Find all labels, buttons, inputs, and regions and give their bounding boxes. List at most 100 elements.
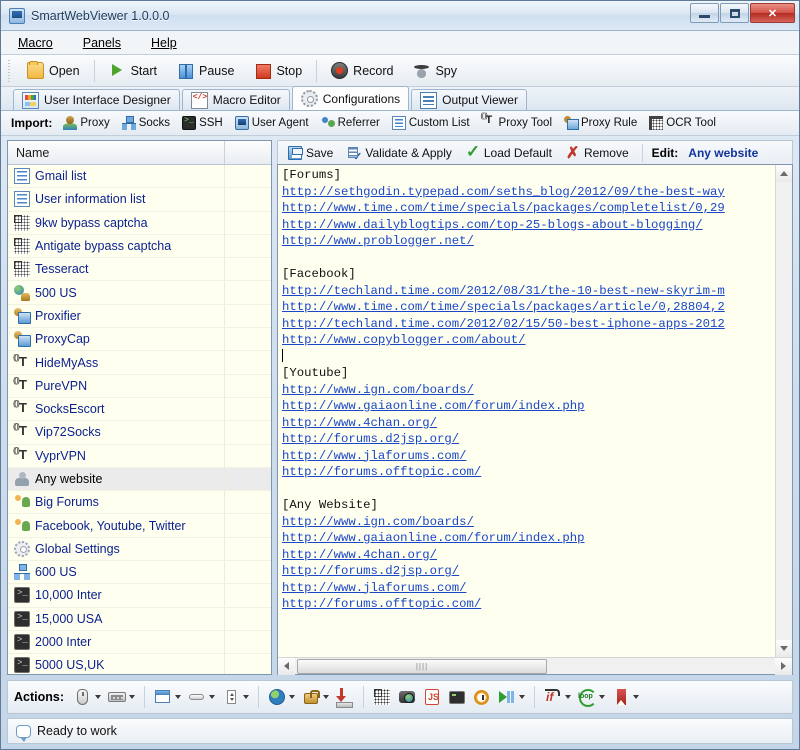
list-item[interactable]: PureVPN [8, 375, 271, 398]
editor-url-line[interactable]: http://www.ign.com/boards/ [282, 514, 775, 531]
list-item[interactable]: Gmail list [8, 165, 271, 188]
url-link[interactable]: http://www.gaiaonline.com/forum/index.ph… [282, 531, 585, 545]
bookmark-action-button[interactable] [609, 685, 642, 709]
editor-url-line[interactable]: http://www.gaiaonline.com/forum/index.ph… [282, 530, 775, 547]
url-link[interactable]: http://www.time.com/time/specials/packag… [282, 300, 725, 314]
chevron-down-icon[interactable] [633, 695, 639, 699]
list-item[interactable]: 600 US [8, 561, 271, 584]
chevron-down-icon[interactable] [209, 695, 215, 699]
console-action-button[interactable] [445, 685, 469, 709]
list-item[interactable]: 9kw bypass captcha [8, 212, 271, 235]
editor-url-line[interactable]: http://www.ign.com/boards/ [282, 382, 775, 399]
url-link[interactable]: http://www.gaiaonline.com/forum/index.ph… [282, 399, 585, 413]
pause-button[interactable]: Pause [168, 58, 243, 83]
editor-url-line[interactable]: http://www.4chan.org/ [282, 415, 775, 432]
record-button[interactable]: Record [322, 58, 402, 83]
tab-user-interface-designer[interactable]: User Interface Designer [13, 89, 180, 110]
list-item[interactable]: 10,000 Inter [8, 584, 271, 607]
url-link[interactable]: http://www.ign.com/boards/ [282, 383, 474, 397]
import-custom-list-button[interactable]: Custom List [387, 113, 475, 133]
editor-url-line[interactable]: http://www.problogger.net/ [282, 233, 775, 250]
maximize-button[interactable] [720, 3, 749, 23]
import-user-agent-button[interactable]: User Agent [230, 113, 314, 133]
url-link[interactable]: http://forums.offtopic.com/ [282, 465, 481, 479]
url-link[interactable]: http://forums.offtopic.com/ [282, 597, 481, 611]
menu-macro[interactable]: Macro [15, 34, 56, 52]
url-link[interactable]: http://forums.d2jsp.org/ [282, 432, 459, 446]
clock-action-button[interactable] [470, 685, 494, 709]
chevron-down-icon[interactable] [519, 695, 525, 699]
tab-output-viewer[interactable]: Output Viewer [411, 89, 527, 110]
import-ocr-tool-button[interactable]: OCR Tool [644, 113, 721, 133]
scroll-left-button[interactable] [278, 658, 295, 675]
editor-vertical-scrollbar[interactable] [775, 165, 792, 657]
editor-url-line[interactable]: http://www.jlaforums.com/ [282, 448, 775, 465]
keyboard-action-button[interactable] [105, 685, 138, 709]
load-default-button[interactable]: Load Default [460, 143, 558, 163]
control-action-button[interactable] [185, 685, 218, 709]
list-item[interactable]: 500 US [8, 281, 271, 304]
chevron-down-icon[interactable] [565, 695, 571, 699]
spinner-action-button[interactable] [219, 685, 252, 709]
import-proxy-tool-button[interactable]: Proxy Tool [477, 113, 557, 133]
camera-action-button[interactable] [395, 685, 419, 709]
list-item[interactable]: Vip72Socks [8, 421, 271, 444]
url-link[interactable]: http://sethgodin.typepad.com/seths_blog/… [282, 185, 725, 199]
list-item[interactable]: Facebook, Youtube, Twitter [8, 514, 271, 537]
mouse-action-button[interactable] [71, 685, 104, 709]
url-link[interactable]: http://techland.time.com/2012/08/31/the-… [282, 284, 725, 298]
menu-help[interactable]: Help [148, 34, 180, 52]
list-item[interactable]: User information list [8, 188, 271, 211]
url-link[interactable]: http://www.time.com/time/specials/packag… [282, 201, 725, 215]
chevron-down-icon[interactable] [599, 695, 605, 699]
chevron-down-icon[interactable] [175, 695, 181, 699]
scroll-up-button[interactable] [776, 165, 792, 182]
menu-panels[interactable]: Panels [80, 34, 124, 52]
list-item[interactable]: VyprVPN [8, 445, 271, 468]
editor-url-line[interactable]: http://techland.time.com/2012/08/31/the-… [282, 283, 775, 300]
import-proxy-rule-button[interactable]: Proxy Rule [559, 113, 642, 133]
list-item[interactable]: ProxyCap [8, 328, 271, 351]
url-link[interactable]: http://www.4chan.org/ [282, 548, 437, 562]
chevron-down-icon[interactable] [129, 695, 135, 699]
editor-url-line[interactable]: http://sethgodin.typepad.com/seths_blog/… [282, 184, 775, 201]
list-item[interactable]: Antigate bypass captcha [8, 235, 271, 258]
minimize-button[interactable] [690, 3, 719, 23]
scroll-down-button[interactable] [776, 640, 792, 657]
hscroll-track[interactable]: |||| [295, 658, 775, 675]
list-item[interactable]: Any website [8, 468, 271, 491]
validate-apply-button[interactable]: Validate & Apply [341, 143, 458, 163]
editor-url-line[interactable]: http://techland.time.com/2012/02/15/50-b… [282, 316, 775, 333]
list-item[interactable]: HideMyAss [8, 351, 271, 374]
tab-configurations[interactable]: Configurations [292, 86, 409, 110]
url-link[interactable]: http://www.4chan.org/ [282, 416, 437, 430]
url-link[interactable]: http://www.copyblogger.com/about/ [282, 333, 526, 347]
editor-url-line[interactable]: http://forums.d2jsp.org/ [282, 563, 775, 580]
list-item[interactable]: Big Forums [8, 491, 271, 514]
editor-url-line[interactable]: http://www.jlaforums.com/ [282, 580, 775, 597]
import-referrer-button[interactable]: Referrer [316, 113, 385, 133]
editor-url-line[interactable]: http://www.gaiaonline.com/forum/index.ph… [282, 398, 775, 415]
toolbar-grip[interactable] [6, 60, 14, 82]
play-pause-action-button[interactable] [495, 685, 528, 709]
url-link[interactable]: http://www.problogger.net/ [282, 234, 474, 248]
chevron-down-icon[interactable] [323, 695, 329, 699]
hscroll-thumb[interactable]: |||| [297, 659, 547, 674]
chevron-down-icon[interactable] [243, 695, 249, 699]
spy-button[interactable]: Spy [404, 58, 466, 83]
start-button[interactable]: Start [100, 58, 166, 83]
url-link[interactable]: http://www.ign.com/boards/ [282, 515, 474, 529]
list-item[interactable]: Global Settings [8, 538, 271, 561]
chevron-down-icon[interactable] [95, 695, 101, 699]
url-link[interactable]: http://www.jlaforums.com/ [282, 449, 466, 463]
list-item[interactable]: 5000 US,UK [8, 654, 271, 674]
remove-button[interactable]: Remove [560, 143, 635, 163]
close-button[interactable]: ✕ [750, 3, 795, 23]
import-proxy-button[interactable]: Proxy [58, 113, 114, 133]
if-action-button[interactable] [541, 685, 574, 709]
import-socks-button[interactable]: Socks [117, 113, 175, 133]
javascript-action-button[interactable] [420, 685, 444, 709]
save-button[interactable]: Save [282, 143, 339, 163]
chevron-down-icon[interactable] [289, 695, 295, 699]
configurations-list[interactable]: Gmail listUser information list9kw bypas… [8, 165, 271, 674]
